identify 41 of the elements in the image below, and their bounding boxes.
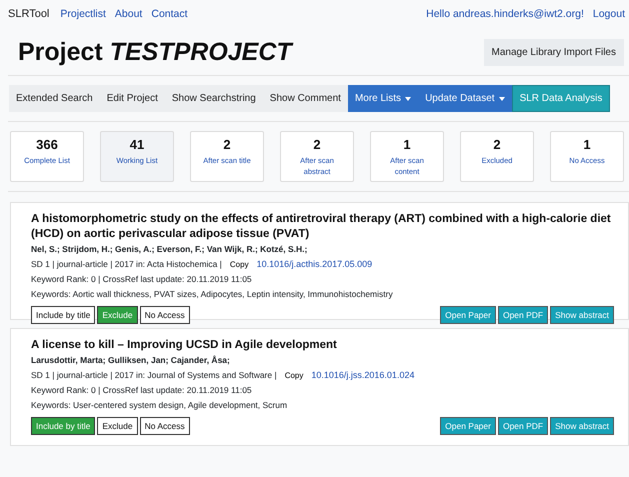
toolbar-button[interactable]: Show Searchstring [164, 85, 263, 112]
decision-button[interactable]: Include by title [31, 306, 96, 324]
manage-import-button[interactable]: Manage Library Import Files [484, 39, 624, 66]
decision-button[interactable]: No Access [140, 306, 190, 324]
toolbar-button[interactable]: Extended Search [9, 85, 100, 112]
paper-rank: Keyword Rank: 0 | CrossRef last update: 20.11.2019 11:05 [31, 274, 253, 284]
paper-keywords: Keywords: User-centered system design, Agile development, Scrum [31, 400, 288, 410]
paper-title: A license to kill – Improving UCSD in Agile development [31, 338, 338, 353]
decision-button[interactable]: Exclude [97, 417, 138, 435]
copy-button[interactable]: Copy [226, 260, 252, 268]
doi-link[interactable]: 10.1016/j.acthis.2017.05.009 [256, 259, 372, 269]
nav-link[interactable]: Contact [151, 8, 188, 20]
caret-icon [405, 96, 412, 100]
paper-meta: SD 1 | journal-article | 2017 in: Journal of Systems and Software | [31, 370, 277, 380]
list-count: 2 [223, 137, 231, 152]
caret-icon [498, 96, 505, 100]
toolbar-button[interactable]: More Lists [348, 85, 418, 112]
toolbar-button[interactable]: Update Dataset [418, 85, 512, 112]
logout-link[interactable]: Logout [592, 8, 625, 20]
nav-link[interactable]: Projectlist [60, 8, 106, 20]
paper-rank: Keyword Rank: 0 | CrossRef last update: 20.11.2019 11:05 [31, 385, 253, 395]
nav-link[interactable]: About [114, 8, 142, 20]
paper-title: A histomorphometric study on the effects of antiretroviral therapy (ART) combined with a high-calorie diet (HCD) on aortic perivascular adipose tissue (PVAT) [31, 212, 612, 242]
list-count: 2 [313, 137, 321, 152]
decision-button[interactable]: No Access [140, 417, 190, 435]
paper-meta: SD 1 | journal-article | 2017 in: Acta Histochemica | [31, 259, 222, 269]
paper-authors: Larusdottir, Marta; Gulliksen, Jan; Cajander, Åsa; [31, 355, 231, 365]
doi-link[interactable]: 10.1016/j.jss.2016.01.024 [311, 370, 414, 380]
copy-button[interactable]: Copy [282, 370, 306, 380]
project-title: Project TESTPROJECT [18, 38, 292, 67]
paper-keywords: Keywords: Aortic wall thickness, PVAT sizes, Adipocytes, Leptin intensity, Immunohistochemistry [31, 289, 394, 299]
list-count: 2 [493, 137, 501, 152]
brand-name[interactable]: SLRTool [8, 8, 50, 20]
list-count: 1 [583, 137, 591, 152]
list-count: 1 [403, 137, 411, 152]
list-count: 41 [130, 137, 144, 152]
toolbar-button[interactable]: Show Comment [262, 85, 348, 112]
paper-authors: Nel, S.; Strijdom, H.; Genis, A.; Everson, F.; Van Wijk, R.; Kotzé, S.H.; [31, 244, 308, 254]
list-count: 366 [36, 137, 58, 152]
greeting-link[interactable]: Hello andreas.hinderks@iwt2.org! [426, 8, 584, 20]
toolbar-button[interactable]: Edit Project [100, 85, 165, 112]
